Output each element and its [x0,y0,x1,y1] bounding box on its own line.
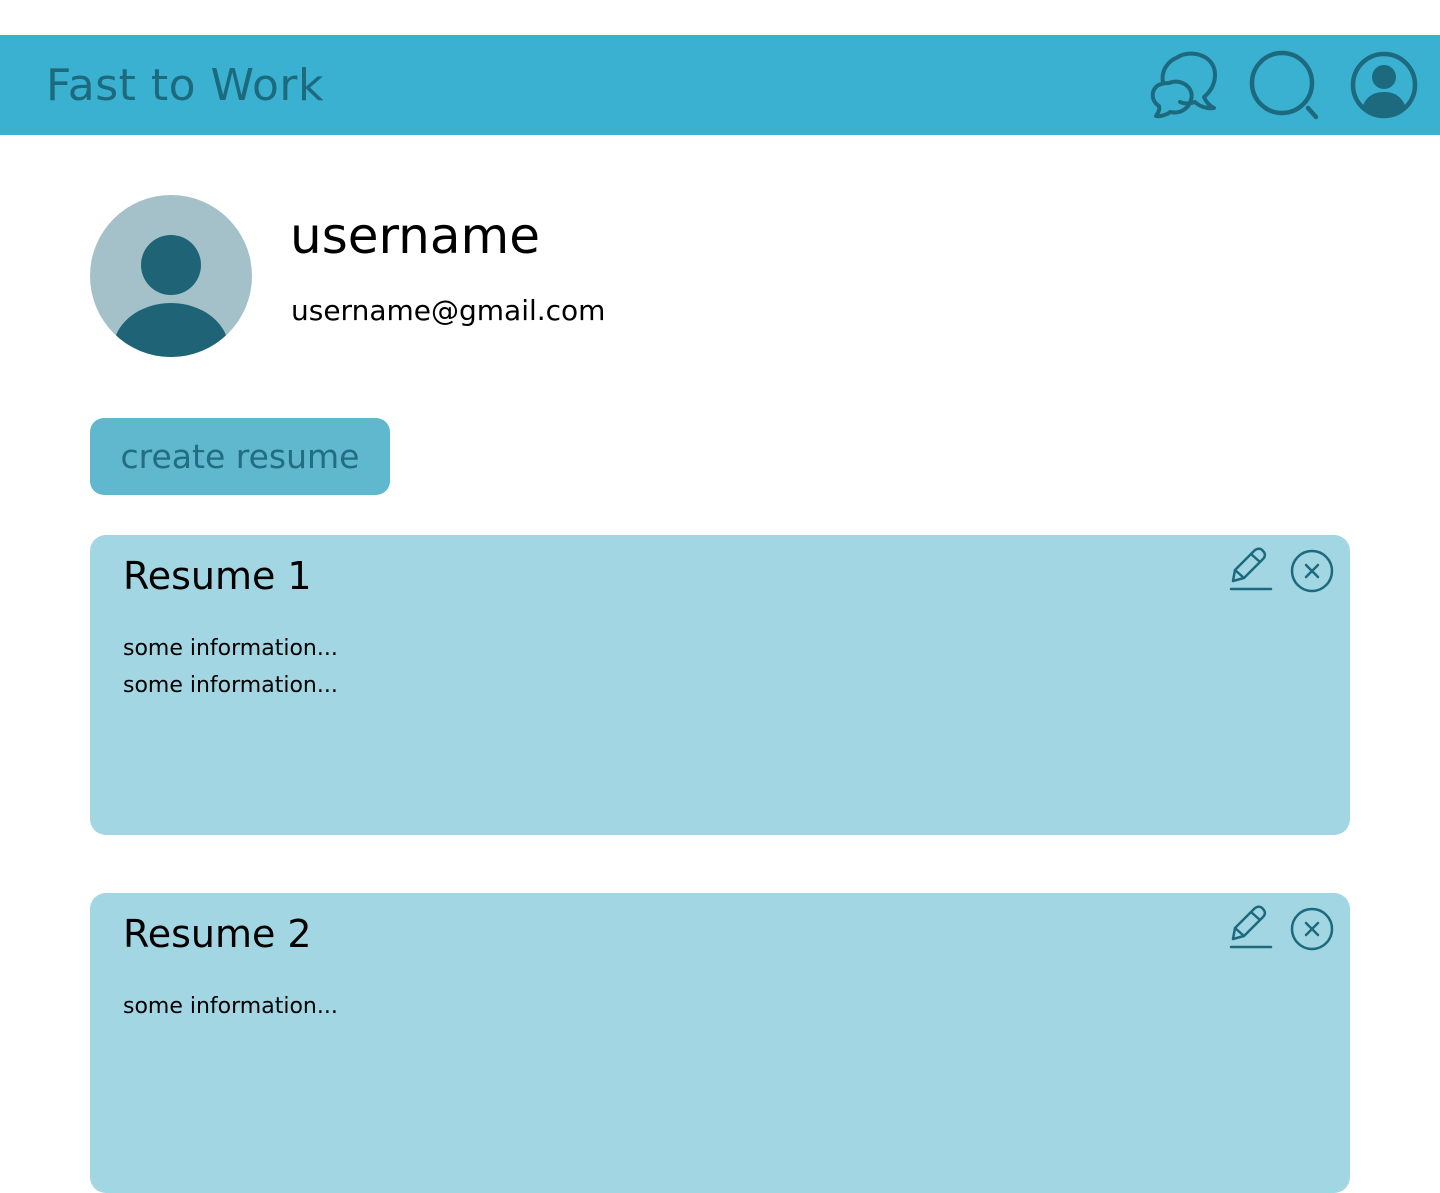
resume-card[interactable]: Resume 2 some information... [90,893,1350,1193]
chat-icon[interactable] [1148,50,1218,120]
resume-info: some information... some information... [123,630,338,704]
create-resume-button[interactable]: create resume [90,418,390,495]
resume-info-line: some information... [123,994,338,1019]
resume-title: Resume 2 [123,912,312,956]
resume-info-line: some information... [123,636,338,661]
resume-info-line: some information... [123,673,338,698]
profile-email: username@gmail.com [291,294,606,327]
app-title: Fast to Work [46,60,324,111]
resume-info: some information... [123,988,338,1025]
close-icon[interactable] [1289,903,1335,951]
app-header: Fast to Work [0,35,1440,135]
search-icon[interactable] [1248,50,1318,120]
profile-username: username [290,207,540,265]
resume-card[interactable]: Resume 1 some information... some inform… [90,535,1350,835]
user-avatar-icon [90,195,252,357]
edit-icon[interactable] [1227,903,1273,951]
profile-icon[interactable] [1349,50,1419,120]
close-icon[interactable] [1289,545,1335,593]
edit-icon[interactable] [1227,545,1273,593]
resume-title: Resume 1 [123,554,312,598]
